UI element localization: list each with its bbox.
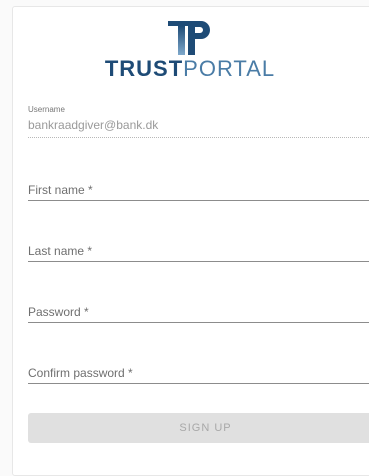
logo-word-trust: TRUST xyxy=(104,56,184,81)
confirm-password-placeholder: Confirm password * xyxy=(28,366,133,380)
password-placeholder: Password * xyxy=(28,305,89,319)
trustportal-logo: TRUSTPORTAL xyxy=(13,21,367,81)
signup-card: TRUSTPORTAL Username bankraadgiver@bank.… xyxy=(12,6,369,476)
logo-wordmark: TRUSTPORTAL xyxy=(13,57,367,81)
username-field: Username bankraadgiver@bank.dk xyxy=(28,105,369,138)
last-name-field[interactable]: Last name * xyxy=(28,243,369,262)
first-name-placeholder: First name * xyxy=(28,183,93,197)
password-underline xyxy=(28,322,369,323)
username-label: Username xyxy=(28,105,65,114)
sign-up-button[interactable]: SIGN UP xyxy=(28,413,369,443)
username-underline xyxy=(28,137,369,138)
first-name-underline xyxy=(28,200,369,201)
confirm-password-underline xyxy=(28,383,369,384)
first-name-field[interactable]: First name * xyxy=(28,182,369,201)
username-value: bankraadgiver@bank.dk xyxy=(28,118,159,132)
last-name-underline xyxy=(28,261,369,262)
confirm-password-field[interactable]: Confirm password * xyxy=(28,365,369,384)
password-field[interactable]: Password * xyxy=(28,304,369,323)
tp-logo-mark xyxy=(168,21,210,55)
logo-word-portal: PORTAL xyxy=(183,56,276,81)
last-name-placeholder: Last name * xyxy=(28,244,93,258)
